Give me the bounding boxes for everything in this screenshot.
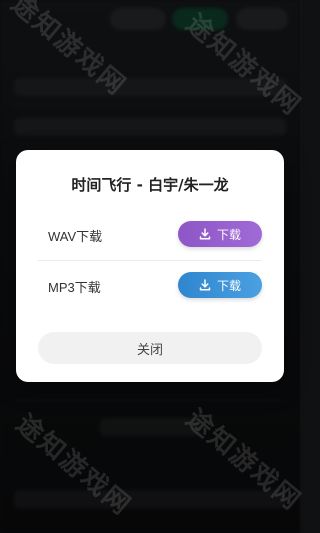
item-label: WAV下载 <box>48 229 103 244</box>
download-button-label: 下载 <box>216 278 241 293</box>
dialog-title: 时间飞行 - 白宇/朱一龙 <box>71 176 229 194</box>
download-icon <box>199 279 211 291</box>
download-button-label: 下载 <box>216 227 241 242</box>
close-button[interactable]: 关闭 <box>38 332 262 364</box>
mp3-download-button[interactable]: 下载 <box>178 272 262 298</box>
download-item-mp3: MP3下载 下载 <box>38 272 262 300</box>
divider <box>38 260 262 261</box>
wav-download-button[interactable]: 下载 <box>178 221 262 247</box>
download-item-wav: WAV下载 下载 <box>38 221 262 249</box>
download-dialog: 时间飞行 - 白宇/朱一龙 WAV下载 下载 MP3下载 下载 关闭 <box>16 150 284 382</box>
download-icon <box>199 228 211 240</box>
item-label: MP3下载 <box>48 280 101 295</box>
